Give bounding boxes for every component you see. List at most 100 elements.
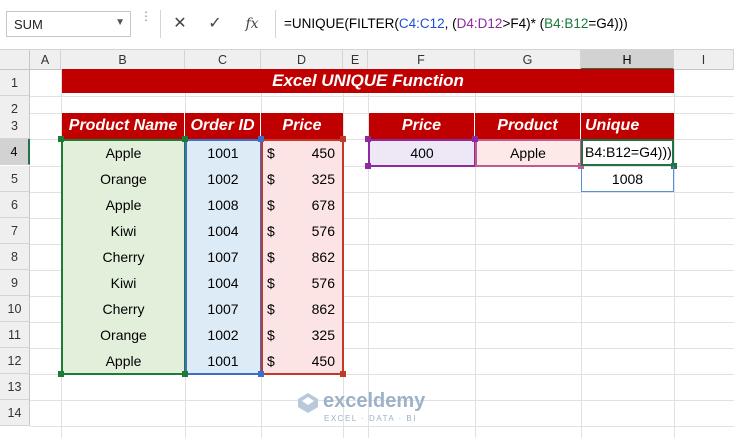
currency-symbol: $ bbox=[267, 171, 275, 187]
cell-criteria-price[interactable]: 400 bbox=[369, 140, 475, 166]
row-header-3[interactable]: 3 bbox=[0, 113, 30, 139]
cell-order-id[interactable]: 1007 bbox=[185, 296, 261, 322]
cell-price[interactable]: $325 bbox=[261, 166, 343, 192]
column-header-g[interactable]: G bbox=[475, 50, 581, 70]
row-header-10[interactable]: 10 bbox=[0, 296, 30, 322]
range-handle[interactable] bbox=[365, 163, 371, 169]
column-header-e[interactable]: E bbox=[343, 50, 368, 70]
watermark-name: exceldemy bbox=[323, 390, 426, 412]
cancel-icon[interactable]: ✕ bbox=[165, 10, 195, 38]
price-value: 450 bbox=[311, 353, 335, 369]
cell-price[interactable]: $678 bbox=[261, 192, 343, 218]
cell-price[interactable]: $325 bbox=[261, 322, 343, 348]
cell-price[interactable]: $450 bbox=[261, 140, 343, 166]
header-price[interactable]: Price bbox=[261, 113, 343, 139]
more-options-icon[interactable]: ⋮ bbox=[140, 10, 152, 33]
header-unique[interactable]: Unique bbox=[581, 113, 674, 139]
price-value: 450 bbox=[311, 145, 335, 161]
cell-product[interactable]: Kiwi bbox=[62, 218, 185, 244]
range-handle[interactable] bbox=[365, 136, 371, 142]
price-value: 678 bbox=[311, 197, 335, 213]
range-handle[interactable] bbox=[340, 136, 346, 142]
cell-criteria-product[interactable]: Apple bbox=[475, 140, 581, 166]
cell-product[interactable]: Orange bbox=[62, 166, 185, 192]
column-header-c[interactable]: C bbox=[185, 50, 261, 70]
price-value: 576 bbox=[311, 275, 335, 291]
cell-order-id[interactable]: 1008 bbox=[185, 192, 261, 218]
currency-symbol: $ bbox=[267, 275, 275, 291]
formula-text: =UNIQUE(FILTER( bbox=[284, 16, 399, 31]
column-header-b[interactable]: B bbox=[61, 50, 185, 70]
cell-order-id[interactable]: 1001 bbox=[185, 348, 261, 374]
range-handle[interactable] bbox=[182, 136, 188, 142]
formula-ref-product: B4:B12 bbox=[544, 16, 589, 31]
formula-text: , ( bbox=[444, 16, 457, 31]
row-header-11[interactable]: 11 bbox=[0, 322, 30, 348]
range-handle[interactable] bbox=[58, 136, 64, 142]
cell-order-id[interactable]: 1007 bbox=[185, 244, 261, 270]
chevron-down-icon[interactable]: ▼ bbox=[115, 17, 125, 28]
currency-symbol: $ bbox=[267, 197, 275, 213]
range-handle[interactable] bbox=[258, 136, 264, 142]
cell-order-id[interactable]: 1004 bbox=[185, 270, 261, 296]
column-header-i[interactable]: I bbox=[674, 50, 734, 70]
name-box[interactable]: SUM ▼ bbox=[6, 11, 131, 37]
cell-order-id[interactable]: 1002 bbox=[185, 322, 261, 348]
spreadsheet-grid[interactable]: A B C D E F G H I 1 2 3 4 5 6 7 8 9 10 1… bbox=[0, 50, 734, 438]
currency-symbol: $ bbox=[267, 353, 275, 369]
active-cell-h4[interactable]: B4:B12=G4))) bbox=[581, 139, 674, 166]
row-header-12[interactable]: 12 bbox=[0, 348, 30, 374]
cell-unique-result[interactable]: 1008 bbox=[581, 166, 674, 192]
column-header-f[interactable]: F bbox=[368, 50, 475, 70]
cell-product[interactable]: Cherry bbox=[62, 244, 185, 270]
gridline bbox=[30, 96, 734, 97]
header-product-name[interactable]: Product Name bbox=[62, 113, 185, 139]
cell-product[interactable]: Cherry bbox=[62, 296, 185, 322]
header-criteria-price[interactable]: Price bbox=[369, 113, 475, 139]
cell-product[interactable]: Apple bbox=[62, 140, 185, 166]
divider bbox=[160, 10, 161, 38]
row-header-9[interactable]: 9 bbox=[0, 270, 30, 296]
cell-price[interactable]: $862 bbox=[261, 296, 343, 322]
exceldemy-watermark: exceldemy EXCEL · DATA · BI bbox=[297, 390, 447, 430]
cell-price[interactable]: $862 bbox=[261, 244, 343, 270]
column-header-h[interactable]: H bbox=[581, 50, 674, 70]
header-order-id[interactable]: Order ID bbox=[185, 113, 261, 139]
cell-product[interactable]: Apple bbox=[62, 192, 185, 218]
price-value: 862 bbox=[311, 301, 335, 317]
exceldemy-logo-icon bbox=[298, 393, 318, 413]
row-header-7[interactable]: 7 bbox=[0, 218, 30, 244]
row-header-4[interactable]: 4 bbox=[0, 139, 30, 165]
header-criteria-product[interactable]: Product bbox=[475, 113, 581, 139]
range-handle[interactable] bbox=[340, 371, 346, 377]
sheet-title[interactable]: Excel UNIQUE Function bbox=[62, 69, 674, 93]
cell-order-id[interactable]: 1002 bbox=[185, 166, 261, 192]
formula-input[interactable]: =UNIQUE(FILTER(C4:C12, (D4:D12>F4)* (B4:… bbox=[275, 10, 734, 38]
row-header-14[interactable]: 14 bbox=[0, 400, 30, 426]
insert-function-icon[interactable]: fx bbox=[237, 10, 267, 38]
select-all-corner[interactable] bbox=[0, 50, 30, 70]
cell-product[interactable]: Orange bbox=[62, 322, 185, 348]
row-header-5[interactable]: 5 bbox=[0, 166, 30, 192]
cell-product[interactable]: Apple bbox=[62, 348, 185, 374]
row-header-13[interactable]: 13 bbox=[0, 374, 30, 400]
row-header-8[interactable]: 8 bbox=[0, 244, 30, 270]
range-handle[interactable] bbox=[58, 371, 64, 377]
formula-ref-price: D4:D12 bbox=[456, 16, 503, 31]
cell-price[interactable]: $576 bbox=[261, 218, 343, 244]
cell-order-id[interactable]: 1001 bbox=[185, 140, 261, 166]
cell-order-id[interactable]: 1004 bbox=[185, 218, 261, 244]
formula-bar: SUM ▼ ⋮ ✕ ✓ fx =UNIQUE(FILTER(C4:C12, (D… bbox=[0, 0, 734, 50]
cell-product[interactable]: Kiwi bbox=[62, 270, 185, 296]
enter-icon[interactable]: ✓ bbox=[200, 10, 230, 38]
price-value: 862 bbox=[311, 249, 335, 265]
column-header-a[interactable]: A bbox=[30, 50, 61, 70]
cell-price[interactable]: $576 bbox=[261, 270, 343, 296]
cell-price[interactable]: $450 bbox=[261, 348, 343, 374]
range-handle[interactable] bbox=[258, 371, 264, 377]
range-handle[interactable] bbox=[182, 371, 188, 377]
column-header-d[interactable]: D bbox=[261, 50, 343, 70]
row-header-6[interactable]: 6 bbox=[0, 192, 30, 218]
range-handle[interactable] bbox=[472, 136, 478, 142]
row-header-1[interactable]: 1 bbox=[0, 70, 30, 96]
